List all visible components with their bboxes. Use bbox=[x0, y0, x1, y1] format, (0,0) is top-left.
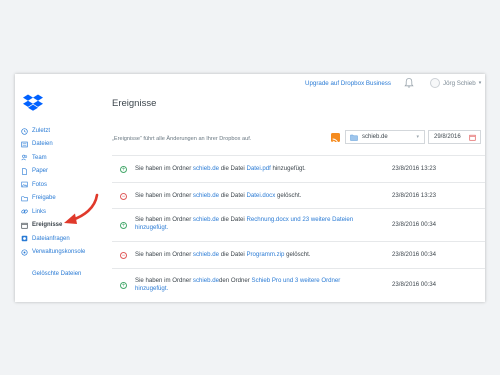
delete-event-icon: − bbox=[120, 252, 127, 259]
file-link[interactable]: Datei.docx bbox=[246, 192, 275, 199]
sidebar-item-fotos[interactable]: Fotos bbox=[21, 180, 47, 190]
folder-icon bbox=[350, 134, 358, 141]
event-row: − Sie haben im Ordner schieb.de die Date… bbox=[112, 241, 485, 269]
page-title: Ereignisse bbox=[112, 98, 157, 109]
event-row: + Sie haben im Ordner schieb.de die Date… bbox=[112, 208, 485, 242]
file-link[interactable]: Datei.pdf bbox=[246, 165, 270, 172]
sidebar-item-label: Links bbox=[32, 208, 47, 215]
sidebar-item-paper[interactable]: Paper bbox=[21, 166, 48, 176]
notification-bell-icon[interactable] bbox=[403, 77, 415, 89]
sidebar-item-label: Dateianfragen bbox=[32, 235, 70, 242]
event-text: Sie haben im Ordner schieb.de die Datei … bbox=[135, 216, 354, 231]
sidebar-item-team[interactable]: Team bbox=[21, 153, 47, 163]
chevron-down-icon: ▾ bbox=[478, 80, 482, 86]
avatar bbox=[430, 78, 440, 88]
add-event-icon: + bbox=[120, 222, 127, 229]
add-event-icon: + bbox=[120, 166, 127, 173]
event-text: Sie haben im Ordner schieb.de die Datei … bbox=[135, 165, 306, 172]
event-row: + Sie haben im Ordner schieb.deden Ordne… bbox=[112, 268, 485, 302]
sidebar-item-dateien[interactable]: Dateien bbox=[21, 139, 53, 149]
calendar-icon bbox=[21, 222, 28, 229]
event-time: 23/8/2016 00:34 bbox=[392, 221, 437, 228]
sidebar-item-label: Zuletzt bbox=[32, 128, 51, 134]
date-filter-input[interactable]: 29/8/2016 bbox=[428, 130, 481, 144]
clock-icon bbox=[21, 127, 28, 135]
files-icon bbox=[21, 141, 28, 147]
sidebar-item-verwaltungskonsole[interactable]: Verwaltungskonsole bbox=[21, 247, 85, 257]
event-time: 23/8/2016 13:23 bbox=[392, 192, 437, 199]
paper-icon bbox=[22, 167, 27, 175]
event-time: 23/8/2016 00:34 bbox=[392, 251, 437, 258]
sidebar-item-zuletzt[interactable]: Zuletzt bbox=[21, 126, 50, 136]
folder-link[interactable]: schieb.de bbox=[193, 165, 219, 172]
add-event-icon: + bbox=[120, 282, 127, 289]
chevron-down-icon: ▾ bbox=[416, 134, 419, 140]
photos-icon bbox=[21, 181, 28, 188]
folder-filter-select[interactable]: schieb.de ▾ bbox=[345, 130, 425, 144]
user-menu[interactable]: Jörg Schieb ▾ bbox=[430, 77, 481, 89]
date-filter-value: 29/8/2016 bbox=[434, 134, 461, 140]
sidebar-item-label: Ereignisse bbox=[32, 222, 63, 228]
sidebar-item-freigabe[interactable]: Freigabe bbox=[21, 193, 56, 203]
sidebar-item-label: Freigabe bbox=[32, 195, 56, 201]
sidebar-item-label: Dateien bbox=[32, 141, 53, 147]
events-description: „Ereignisse“ führt alle Änderungen an Ih… bbox=[112, 136, 252, 142]
share-icon bbox=[21, 195, 28, 201]
sidebar-item-label: Gelöschte Dateien bbox=[32, 271, 82, 277]
upgrade-link[interactable]: Upgrade auf Dropbox Business bbox=[305, 80, 391, 87]
folder-link[interactable]: schieb.de bbox=[193, 216, 219, 223]
sidebar-item-links[interactable]: Links bbox=[21, 207, 46, 217]
dropbox-logo-icon[interactable] bbox=[23, 94, 43, 112]
team-icon bbox=[21, 154, 28, 161]
sidebar-item-label: Paper bbox=[32, 168, 49, 174]
event-time: 23/8/2016 13:23 bbox=[392, 165, 437, 172]
sidebar-item-geloeschte-dateien[interactable]: Gelöschte Dateien bbox=[32, 269, 81, 279]
annotation-arrow-icon bbox=[64, 193, 99, 224]
folder-link[interactable]: schieb.de bbox=[193, 251, 219, 258]
event-row: + Sie haben im Ordner schieb.de die Date… bbox=[112, 155, 485, 183]
folder-link[interactable]: schieb.de bbox=[193, 192, 219, 199]
link-icon bbox=[21, 209, 28, 214]
calendar-icon[interactable] bbox=[469, 134, 476, 141]
event-text: Sie haben im Ordner schieb.de die Datei … bbox=[135, 251, 311, 258]
event-row: − Sie haben im Ordner schieb.de die Date… bbox=[112, 182, 485, 209]
admin-console-icon bbox=[21, 248, 28, 256]
sidebar-item-label: Fotos bbox=[32, 181, 48, 188]
event-time: 23/8/2016 00:34 bbox=[392, 281, 437, 288]
event-text: Sie haben im Ordner schieb.de die Datei … bbox=[135, 192, 302, 199]
folder-filter-value: schieb.de bbox=[362, 134, 388, 140]
user-name: Jörg Schieb bbox=[443, 79, 476, 87]
sidebar-item-label: Verwaltungskonsole bbox=[32, 249, 86, 255]
top-bar: Upgrade auf Dropbox Business Jörg Schieb… bbox=[15, 74, 485, 96]
rss-feed-icon[interactable] bbox=[331, 133, 340, 145]
sidebar-item-label: Team bbox=[32, 154, 47, 161]
file-link[interactable]: Programm.zip bbox=[246, 251, 284, 258]
dropbox-window: Upgrade auf Dropbox Business Jörg Schieb… bbox=[15, 74, 485, 302]
delete-event-icon: − bbox=[120, 193, 127, 200]
file-request-icon bbox=[21, 235, 28, 242]
folder-link[interactable]: schieb.de bbox=[193, 277, 219, 284]
sidebar-item-dateianfragen[interactable]: Dateianfragen bbox=[21, 234, 70, 244]
event-text: Sie haben im Ordner schieb.deden Ordner … bbox=[135, 277, 341, 292]
sidebar-item-ereignisse[interactable]: Ereignisse bbox=[21, 220, 62, 230]
